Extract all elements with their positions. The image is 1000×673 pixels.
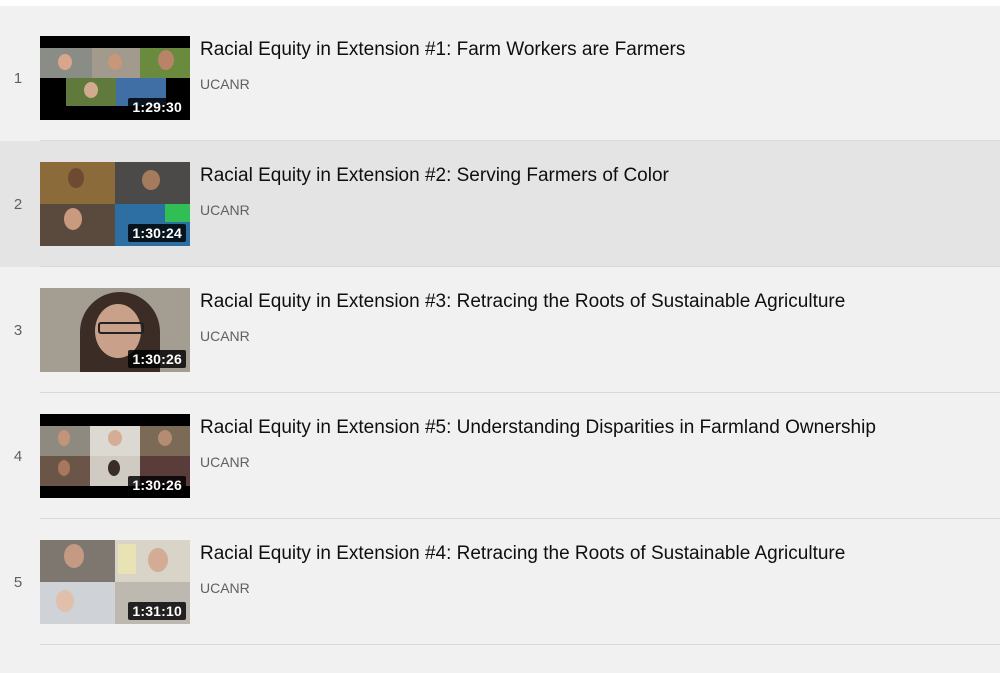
video-thumbnail[interactable]: 1:30:26: [40, 288, 190, 372]
channel-name[interactable]: UCANR: [200, 454, 250, 470]
video-title[interactable]: Racial Equity in Extension #1: Farm Work…: [200, 38, 990, 62]
item-index: 3: [13, 322, 23, 339]
channel-name[interactable]: UCANR: [200, 76, 250, 92]
video-title[interactable]: Racial Equity in Extension #4: Retracing…: [200, 542, 990, 566]
channel-name[interactable]: UCANR: [200, 328, 250, 344]
playlist: 1 1:29:30 Racial Equity in Extension #1:…: [0, 15, 1000, 645]
playlist-item[interactable]: 1 1:29:30 Racial Equity in Extension #1:…: [0, 15, 1000, 141]
duration-badge: 1:31:10: [128, 602, 186, 620]
playlist-item[interactable]: 5 1:31:10 Racial Equity in Extension #4:…: [0, 519, 1000, 645]
video-title[interactable]: Racial Equity in Extension #3: Retracing…: [200, 290, 990, 314]
playlist-item[interactable]: 4 1:30:26 Racial Equity in Extension #5:…: [0, 393, 1000, 519]
item-index: 2: [13, 196, 23, 213]
item-index: 5: [13, 574, 23, 591]
item-index: 4: [13, 448, 23, 465]
duration-badge: 1:29:30: [128, 98, 186, 116]
duration-badge: 1:30:26: [128, 476, 186, 494]
channel-name[interactable]: UCANR: [200, 580, 250, 596]
divider: [40, 644, 1000, 645]
video-thumbnail[interactable]: 1:31:10: [40, 540, 190, 624]
video-thumbnail[interactable]: 1:30:24: [40, 162, 190, 246]
video-thumbnail[interactable]: 1:30:26: [40, 414, 190, 498]
channel-name[interactable]: UCANR: [200, 202, 250, 218]
video-title[interactable]: Racial Equity in Extension #2: Serving F…: [200, 164, 990, 188]
video-thumbnail[interactable]: 1:29:30: [40, 36, 190, 120]
playlist-item[interactable]: 3 1:30:26 Racial Equity in Extension #3:…: [0, 267, 1000, 393]
top-border: [0, 0, 1000, 6]
duration-badge: 1:30:26: [128, 350, 186, 368]
playlist-item[interactable]: 2 1:30:24 Racial Equity in Extension #2:…: [0, 141, 1000, 267]
video-title[interactable]: Racial Equity in Extension #5: Understan…: [200, 416, 990, 440]
item-index: 1: [13, 70, 23, 87]
duration-badge: 1:30:24: [128, 224, 186, 242]
